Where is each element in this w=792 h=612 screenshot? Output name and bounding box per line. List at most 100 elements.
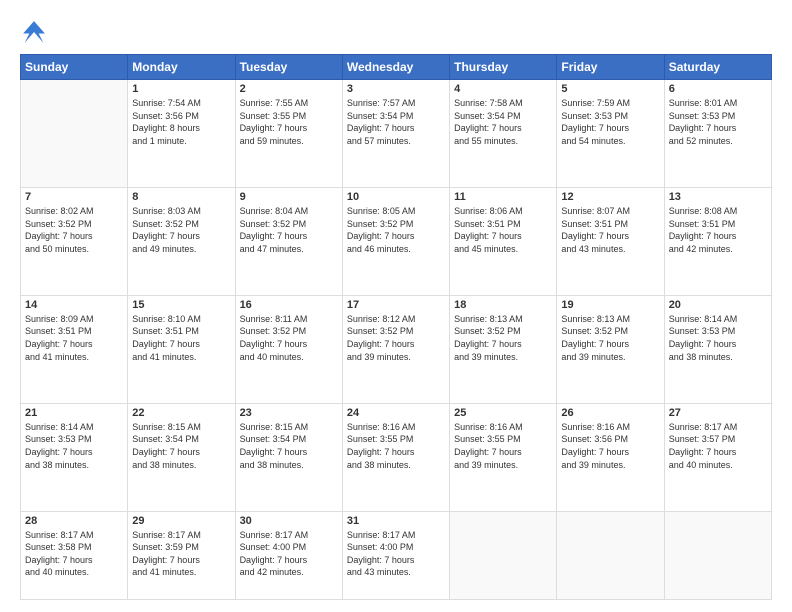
day-header-friday: Friday [557, 55, 664, 80]
calendar-cell: 29 Sunrise: 8:17 AMSunset: 3:59 PMDayligh… [128, 511, 235, 599]
day-number: 12 [561, 191, 659, 203]
day-number: 25 [454, 407, 552, 419]
day-info: Sunrise: 8:17 AMSunset: 4:00 PMDaylight:… [347, 529, 445, 579]
day-info: Sunrise: 8:04 AMSunset: 3:52 PMDaylight:… [240, 205, 338, 255]
day-number: 15 [132, 299, 230, 311]
calendar-cell: 10 Sunrise: 8:05 AMSunset: 3:52 PMDayligh… [342, 187, 449, 295]
calendar-cell: 30Sunrise: 8:17 AMSunset: 4:00 PMDayligh… [235, 511, 342, 599]
header [20, 18, 772, 46]
day-info: Sunrise: 8:10 AMSunset: 3:51 PMDaylight:… [132, 313, 230, 363]
day-info: Sunrise: 8:11 AMSunset: 3:52 PMDaylight:… [240, 313, 338, 363]
day-info: Sunrise: 8:15 AMSunset: 3:54 PMDaylight:… [132, 421, 230, 471]
calendar-cell: 4 Sunrise: 7:58 AMSunset: 3:54 PMDaylight… [450, 80, 557, 188]
day-info: Sunrise: 8:17 AMSunset: 3:57 PMDaylight:… [669, 421, 767, 471]
day-info: Sunrise: 8:12 AMSunset: 3:52 PMDaylight:… [347, 313, 445, 363]
day-header-wednesday: Wednesday [342, 55, 449, 80]
day-header-saturday: Saturday [664, 55, 771, 80]
day-info: Sunrise: 8:17 AMSunset: 3:58 PMDaylight:… [25, 529, 123, 579]
calendar-week-row: 14 Sunrise: 8:09 AMSunset: 3:51 PMDayligh… [21, 295, 772, 403]
day-info: Sunrise: 8:15 AMSunset: 3:54 PMDaylight:… [240, 421, 338, 471]
day-number: 23 [240, 407, 338, 419]
day-number: 21 [25, 407, 123, 419]
calendar-cell: 17 Sunrise: 8:12 AMSunset: 3:52 PMDayligh… [342, 295, 449, 403]
day-info: Sunrise: 8:14 AMSunset: 3:53 PMDaylight:… [669, 313, 767, 363]
calendar-week-row: 21 Sunrise: 8:14 AMSunset: 3:53 PMDayligh… [21, 403, 772, 511]
day-info: Sunrise: 8:14 AMSunset: 3:53 PMDaylight:… [25, 421, 123, 471]
day-number: 7 [25, 191, 123, 203]
calendar-cell: 8 Sunrise: 8:03 AMSunset: 3:52 PMDaylight… [128, 187, 235, 295]
calendar-header-row: SundayMondayTuesdayWednesdayThursdayFrid… [21, 55, 772, 80]
page: SundayMondayTuesdayWednesdayThursdayFrid… [0, 0, 792, 612]
calendar-cell: 24Sunrise: 8:16 AMSunset: 3:55 PMDayligh… [342, 403, 449, 511]
calendar-cell: 19 Sunrise: 8:13 AMSunset: 3:52 PMDayligh… [557, 295, 664, 403]
day-number: 3 [347, 83, 445, 95]
day-info: Sunrise: 8:02 AMSunset: 3:52 PMDaylight:… [25, 205, 123, 255]
day-number: 26 [561, 407, 659, 419]
calendar-week-row: 7 Sunrise: 8:02 AMSunset: 3:52 PMDaylight… [21, 187, 772, 295]
day-info: Sunrise: 8:16 AMSunset: 3:55 PMDaylight:… [454, 421, 552, 471]
day-number: 29 [132, 515, 230, 527]
calendar-table: SundayMondayTuesdayWednesdayThursdayFrid… [20, 54, 772, 600]
day-info: Sunrise: 8:17 AMSunset: 3:59 PMDaylight:… [132, 529, 230, 579]
day-info: Sunrise: 7:57 AMSunset: 3:54 PMDaylight:… [347, 97, 445, 147]
day-number: 4 [454, 83, 552, 95]
calendar-cell: 23 Sunrise: 8:15 AMSunset: 3:54 PMDayligh… [235, 403, 342, 511]
day-number: 22 [132, 407, 230, 419]
day-number: 1 [132, 83, 230, 95]
calendar-week-row: 28Sunrise: 8:17 AMSunset: 3:58 PMDayligh… [21, 511, 772, 599]
day-number: 31 [347, 515, 445, 527]
day-info: Sunrise: 8:16 AMSunset: 3:55 PMDaylight:… [347, 421, 445, 471]
day-info: Sunrise: 7:54 AMSunset: 3:56 PMDaylight:… [132, 97, 230, 147]
day-header-tuesday: Tuesday [235, 55, 342, 80]
calendar-cell: 5Sunrise: 7:59 AMSunset: 3:53 PMDaylight… [557, 80, 664, 188]
calendar-cell [557, 511, 664, 599]
calendar-cell: 7 Sunrise: 8:02 AMSunset: 3:52 PMDaylight… [21, 187, 128, 295]
day-number: 18 [454, 299, 552, 311]
calendar-cell: 22 Sunrise: 8:15 AMSunset: 3:54 PMDayligh… [128, 403, 235, 511]
day-number: 9 [240, 191, 338, 203]
calendar-cell: 6Sunrise: 8:01 AMSunset: 3:53 PMDaylight… [664, 80, 771, 188]
day-number: 11 [454, 191, 552, 203]
calendar-cell: 16 Sunrise: 8:11 AMSunset: 3:52 PMDayligh… [235, 295, 342, 403]
day-info: Sunrise: 8:08 AMSunset: 3:51 PMDaylight:… [669, 205, 767, 255]
calendar-cell: 31 Sunrise: 8:17 AMSunset: 4:00 PMDayligh… [342, 511, 449, 599]
day-info: Sunrise: 8:03 AMSunset: 3:52 PMDaylight:… [132, 205, 230, 255]
calendar-cell: 26Sunrise: 8:16 AMSunset: 3:56 PMDayligh… [557, 403, 664, 511]
day-number: 6 [669, 83, 767, 95]
calendar-cell: 9 Sunrise: 8:04 AMSunset: 3:52 PMDaylight… [235, 187, 342, 295]
day-number: 5 [561, 83, 659, 95]
logo-icon [20, 18, 48, 46]
day-number: 19 [561, 299, 659, 311]
calendar-cell: 12 Sunrise: 8:07 AMSunset: 3:51 PMDayligh… [557, 187, 664, 295]
day-number: 2 [240, 83, 338, 95]
calendar-cell: 15 Sunrise: 8:10 AMSunset: 3:51 PMDayligh… [128, 295, 235, 403]
day-number: 30 [240, 515, 338, 527]
day-number: 27 [669, 407, 767, 419]
day-number: 14 [25, 299, 123, 311]
calendar-cell: 27 Sunrise: 8:17 AMSunset: 3:57 PMDayligh… [664, 403, 771, 511]
day-number: 8 [132, 191, 230, 203]
calendar-cell [450, 511, 557, 599]
day-info: Sunrise: 8:13 AMSunset: 3:52 PMDaylight:… [454, 313, 552, 363]
day-info: Sunrise: 7:58 AMSunset: 3:54 PMDaylight:… [454, 97, 552, 147]
calendar-week-row: 1 Sunrise: 7:54 AMSunset: 3:56 PMDaylight… [21, 80, 772, 188]
calendar-cell: 28Sunrise: 8:17 AMSunset: 3:58 PMDayligh… [21, 511, 128, 599]
calendar-cell: 2Sunrise: 7:55 AMSunset: 3:55 PMDaylight… [235, 80, 342, 188]
day-number: 16 [240, 299, 338, 311]
calendar-cell: 14 Sunrise: 8:09 AMSunset: 3:51 PMDayligh… [21, 295, 128, 403]
day-info: Sunrise: 8:07 AMSunset: 3:51 PMDaylight:… [561, 205, 659, 255]
day-header-thursday: Thursday [450, 55, 557, 80]
calendar-cell: 1 Sunrise: 7:54 AMSunset: 3:56 PMDaylight… [128, 80, 235, 188]
day-header-sunday: Sunday [21, 55, 128, 80]
day-number: 17 [347, 299, 445, 311]
day-info: Sunrise: 8:05 AMSunset: 3:52 PMDaylight:… [347, 205, 445, 255]
calendar-cell: 20Sunrise: 8:14 AMSunset: 3:53 PMDayligh… [664, 295, 771, 403]
calendar-cell: 3 Sunrise: 7:57 AMSunset: 3:54 PMDaylight… [342, 80, 449, 188]
day-header-monday: Monday [128, 55, 235, 80]
day-info: Sunrise: 8:13 AMSunset: 3:52 PMDaylight:… [561, 313, 659, 363]
logo [20, 18, 52, 46]
day-info: Sunrise: 8:09 AMSunset: 3:51 PMDaylight:… [25, 313, 123, 363]
calendar-cell: 11Sunrise: 8:06 AMSunset: 3:51 PMDayligh… [450, 187, 557, 295]
day-number: 10 [347, 191, 445, 203]
calendar-cell [664, 511, 771, 599]
